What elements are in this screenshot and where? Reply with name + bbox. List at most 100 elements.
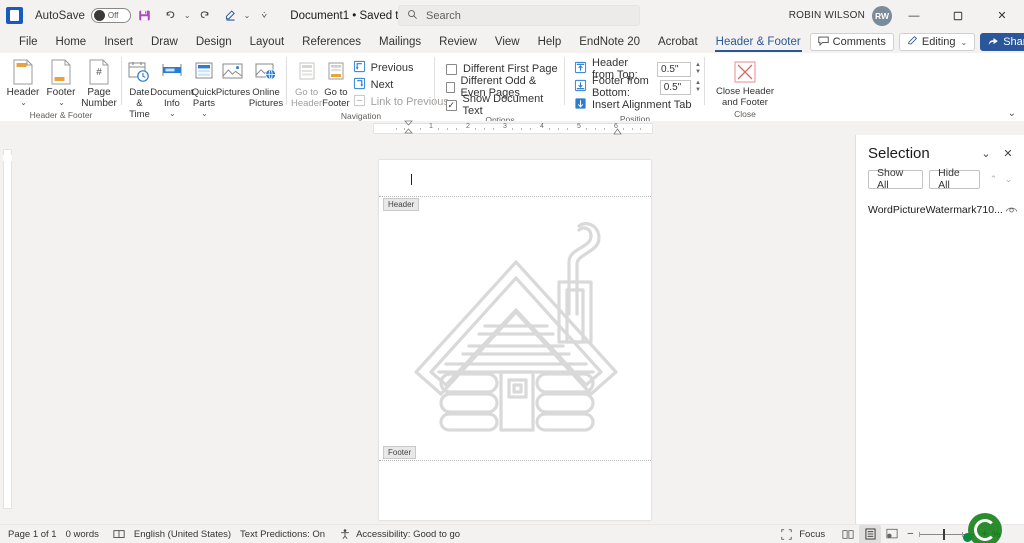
close-button[interactable]: ✕	[980, 0, 1024, 31]
tab-draw[interactable]: Draw	[142, 31, 187, 53]
right-indent-marker-icon[interactable]	[612, 126, 623, 135]
vertical-ruler[interactable]	[0, 135, 14, 524]
bring-forward-icon[interactable]: ⌃	[986, 169, 1001, 189]
tab-header-footer[interactable]: Header & Footer	[707, 31, 810, 53]
close-icon[interactable]: ✕	[998, 143, 1018, 163]
send-backward-icon[interactable]: ⌄	[1001, 169, 1016, 189]
customize-qat-icon[interactable]: ⩒	[252, 4, 276, 28]
show-all-button[interactable]: Show All	[868, 167, 924, 191]
go-to-header-icon	[297, 58, 317, 86]
tab-mailings[interactable]: Mailings	[370, 31, 430, 53]
insert-alignment-tab-button[interactable]: Insert Alignment Tab	[571, 96, 701, 113]
ruler-ticks: 1 2 3 4 5 6	[374, 123, 652, 133]
web-layout-icon[interactable]	[881, 525, 903, 543]
page-count[interactable]: Page 1 of 1	[8, 529, 66, 540]
search-input[interactable]: Search	[398, 5, 640, 26]
footer-dropdown-icon[interactable]: ⌄	[58, 98, 65, 107]
tab-insert[interactable]: Insert	[95, 31, 142, 53]
autosave-toggle[interactable]: Off	[90, 8, 131, 23]
go-to-header-button[interactable]: Go to Header	[291, 56, 322, 109]
pen-dropdown-icon[interactable]: ⌄	[244, 11, 251, 20]
go-to-footer-button[interactable]: Go to Footer	[322, 56, 350, 109]
previous-label: Previous	[370, 61, 414, 74]
chevron-down-icon[interactable]: ⌄	[976, 143, 996, 163]
document-info-button[interactable]: Document Info ⌄	[150, 56, 194, 118]
close-header-footer-label: Close Header and Footer	[715, 86, 775, 108]
tab-view[interactable]: View	[486, 31, 529, 53]
footer-zone[interactable]	[379, 460, 651, 461]
close-header-footer-button[interactable]: Close Header and Footer	[712, 56, 778, 108]
ribbon: Header ⌄ Footer ⌄ # Page Number Header &…	[0, 53, 1024, 131]
ruler-number-2: 2	[466, 123, 470, 130]
print-layout-icon[interactable]	[859, 524, 882, 543]
svg-text:#: #	[96, 67, 102, 78]
editing-button[interactable]: Editing ⌄	[898, 33, 976, 51]
tab-review[interactable]: Review	[430, 31, 486, 53]
zoom-out-button[interactable]: −	[907, 528, 913, 540]
footer-from-bottom-stepper[interactable]: ▲ ▼	[695, 80, 701, 94]
online-pictures-button[interactable]: Online Pictures	[249, 56, 283, 109]
hide-all-button[interactable]: Hide All	[929, 167, 980, 191]
tab-design[interactable]: Design	[187, 31, 241, 53]
ribbon-group-navigation: Go to Header Go to Footer Previous Next …	[287, 53, 449, 121]
header-from-top-stepper[interactable]: ▲ ▼	[695, 62, 701, 76]
link-to-previous-icon	[353, 94, 366, 110]
document-scroll[interactable]: Header Footer	[14, 135, 855, 524]
minimize-button[interactable]: —	[892, 0, 936, 31]
accessibility-status[interactable]: Accessibility: Good to go	[356, 529, 469, 540]
quick-parts-button[interactable]: Quick Parts ⌄	[191, 56, 217, 118]
avatar[interactable]: RW	[872, 5, 892, 26]
pen-icon[interactable]	[219, 4, 243, 28]
comments-button[interactable]: Comments	[809, 33, 894, 51]
tab-endnote[interactable]: EndNote 20	[570, 31, 649, 53]
footer-button[interactable]: Footer ⌄	[42, 56, 80, 107]
show-document-text-checkbox[interactable]: ✓ Show Document Text	[443, 93, 561, 117]
title-bar-right: ROBIN WILSON RW — ✕	[789, 0, 1024, 31]
tab-references[interactable]: References	[293, 31, 370, 53]
language-status[interactable]: English (United States)	[130, 529, 240, 540]
go-to-header-label: Go to Header	[291, 87, 323, 109]
selection-pane-title: Selection	[868, 144, 930, 162]
tab-home[interactable]: Home	[47, 31, 96, 53]
indent-marker-icon[interactable]	[403, 120, 414, 135]
options-checkbox-list: Different First Page Different Odd & Eve…	[443, 56, 561, 117]
focus-icon[interactable]	[775, 525, 797, 543]
list-item[interactable]: WordPictureWatermark710...	[868, 201, 1018, 219]
selection-pane-header: Selection ⌄ ✕	[856, 135, 1024, 167]
eye-icon[interactable]	[1005, 204, 1018, 217]
undo-dropdown-icon[interactable]: ⌄	[184, 11, 191, 20]
header-button[interactable]: Header ⌄	[4, 56, 42, 107]
header-dropdown-icon[interactable]: ⌄	[20, 98, 27, 107]
date-time-button[interactable]: Date & Time	[126, 56, 153, 120]
header-from-top-input[interactable]: 0.5"	[657, 61, 692, 77]
page-number-button[interactable]: # Page Number	[80, 56, 118, 109]
word-count[interactable]: 0 words	[66, 529, 108, 540]
restore-button[interactable]	[936, 0, 980, 31]
read-mode-icon[interactable]	[837, 525, 859, 543]
word-logo-icon[interactable]	[6, 7, 23, 24]
pictures-button[interactable]: Pictures	[215, 56, 251, 98]
tab-file[interactable]: File	[10, 31, 47, 53]
focus-label[interactable]: Focus	[797, 529, 837, 540]
ribbon-group-close: Close Header and Footer Close	[705, 53, 785, 121]
horizontal-ruler[interactable]: 1 2 3 4 5 6	[373, 123, 653, 134]
undo-icon[interactable]	[159, 4, 183, 28]
document-info-dropdown-icon[interactable]: ⌄	[169, 109, 176, 118]
tab-acrobat[interactable]: Acrobat	[649, 31, 707, 53]
zoom-handle[interactable]	[942, 528, 945, 540]
document-page[interactable]: Header Footer	[379, 160, 651, 520]
text-predictions-status[interactable]: Text Predictions: On	[240, 529, 334, 540]
tab-layout[interactable]: Layout	[241, 31, 294, 53]
quick-parts-dropdown-icon[interactable]: ⌄	[201, 109, 208, 118]
share-button[interactable]: Share ⌄	[980, 33, 1024, 51]
collapse-ribbon-icon[interactable]: ⌄	[1008, 108, 1016, 119]
tab-help[interactable]: Help	[529, 31, 571, 53]
save-icon[interactable]	[133, 4, 157, 28]
proofing-icon[interactable]	[108, 525, 130, 543]
cabin-watermark-image[interactable]	[401, 222, 631, 432]
header-zone[interactable]	[379, 160, 651, 197]
redo-icon[interactable]	[193, 4, 217, 28]
editing-dropdown-icon[interactable]: ⌄	[961, 38, 968, 47]
pictures-label: Pictures	[215, 87, 251, 98]
footer-from-bottom-input[interactable]: 0.5"	[659, 79, 692, 95]
